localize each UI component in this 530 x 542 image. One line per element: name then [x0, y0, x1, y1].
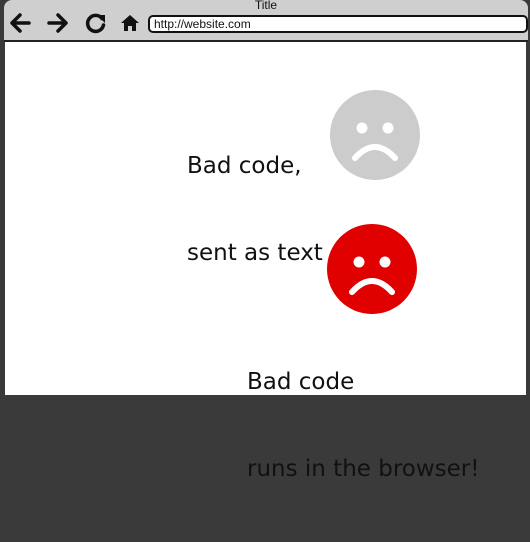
browser-caption: Bad code runs in the browser! [247, 310, 479, 542]
browser-caption-line2: runs in the browser! [247, 456, 480, 482]
forward-arrow-icon [47, 13, 69, 33]
home-icon [120, 13, 140, 33]
browser-window: Title http://website.com Bad code, sent … [0, 0, 530, 482]
browser-toolbar: Title http://website.com [4, 0, 528, 42]
sad-face-icon [327, 224, 417, 314]
url-input[interactable]: http://website.com [148, 15, 528, 33]
text-caption-line1: Bad code, [187, 153, 302, 179]
home-button[interactable] [118, 12, 142, 34]
browser-caption-line1: Bad code [247, 369, 355, 395]
page-content: Bad code, sent as text Bad code runs in … [5, 42, 526, 482]
red-face-disc [327, 224, 417, 314]
forward-button[interactable] [46, 12, 70, 34]
grey-face-disc [330, 90, 420, 180]
reload-icon [85, 12, 107, 34]
back-arrow-icon [9, 13, 31, 33]
text-caption-line2: sent as text [187, 240, 323, 266]
window-title: Title [254, 0, 278, 12]
sad-face-icon [330, 90, 420, 180]
text-caption: Bad code, sent as text [187, 94, 323, 326]
back-button[interactable] [8, 12, 32, 34]
reload-button[interactable] [84, 12, 108, 34]
